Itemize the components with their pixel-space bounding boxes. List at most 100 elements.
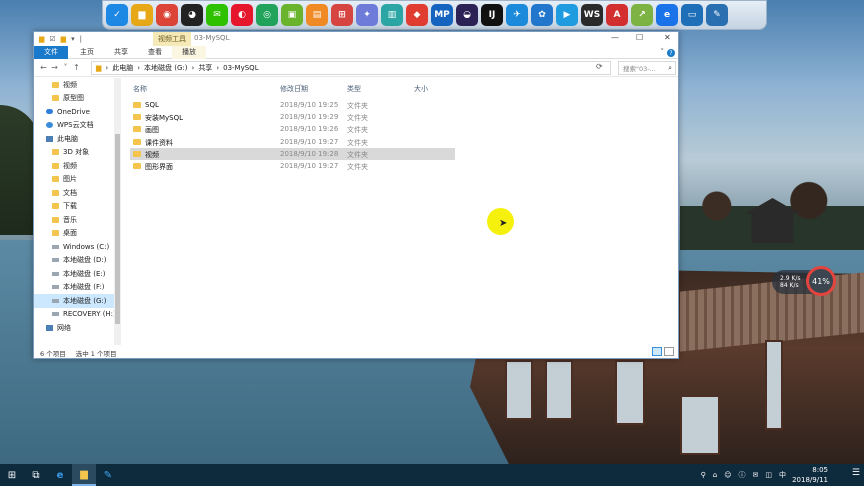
nav-item[interactable]: 网络 — [34, 321, 120, 335]
navigation-pane[interactable]: 视频 原型图 OneDrive WPS云文档 此电脑 3D 对象 视频 图片 文档 下载 音乐 桌面 W… — [34, 78, 121, 345]
tab-play[interactable]: 播放 — [172, 45, 206, 59]
file-row[interactable]: 安装MySQL 2018/9/10 19:29 文件夹 — [130, 111, 455, 123]
nav-item[interactable]: RECOVERY (H:) — [34, 308, 120, 322]
shield-icon[interactable]: ✓ — [106, 4, 128, 26]
file-row[interactable]: 图形界面 2018/9/10 19:27 文件夹 — [130, 160, 455, 172]
ribbon-expand-icon[interactable]: ˅ — [661, 48, 665, 56]
folder-small-icon[interactable]: ▆ — [39, 35, 44, 43]
nav-item[interactable]: 视频 — [34, 159, 120, 173]
task-view-button[interactable]: ⧉ — [24, 464, 48, 486]
recent-locations-button[interactable]: ˅ — [60, 63, 71, 72]
tray-icon[interactable]: ⌂ — [713, 471, 717, 479]
edge-icon[interactable]: e — [48, 464, 72, 486]
file-row[interactable]: 视频 2018/9/10 19:28 文件夹 — [130, 147, 455, 160]
help-icon[interactable]: ? — [667, 49, 675, 57]
intellij-icon[interactable]: IJ — [481, 4, 503, 26]
monitor-icon[interactable]: ▭ — [681, 4, 703, 26]
column-size[interactable]: 大小 — [414, 84, 428, 94]
forward-button[interactable]: → — [49, 63, 60, 72]
title-bar[interactable]: ▆ ☑ ▆ ▾ | 视频工具 03-MySQL — ☐ ✕ — [34, 32, 678, 46]
start-button[interactable]: ⊞ — [0, 464, 24, 486]
orange-app-icon[interactable]: ▤ — [306, 4, 328, 26]
cube-icon[interactable]: ▣ — [281, 4, 303, 26]
context-tab-video-tools[interactable]: 视频工具 — [153, 32, 191, 46]
nav-item[interactable]: 本地磁盘 (D:) — [34, 254, 120, 268]
media-icon[interactable]: ▶ — [556, 4, 578, 26]
tools-icon[interactable]: ✎ — [706, 4, 728, 26]
nav-item[interactable]: 3D 对象 — [34, 146, 120, 160]
qat-dropdown-icon[interactable]: ▾ — [71, 35, 75, 43]
wechat-icon[interactable]: ✉ — [206, 4, 228, 26]
chrome-icon[interactable]: ◉ — [156, 4, 178, 26]
nav-item[interactable]: 本地磁盘 (G:) — [34, 294, 120, 308]
back-button[interactable]: ← — [38, 63, 49, 72]
close-button[interactable]: ✕ — [664, 33, 671, 42]
tray-icon[interactable]: ✉ — [753, 471, 759, 479]
breadcrumb-drive-g[interactable]: 本地磁盘 (G:) — [144, 63, 187, 73]
minimize-button[interactable]: — — [611, 33, 619, 42]
tab-view[interactable]: 查看 — [138, 46, 172, 59]
nav-item[interactable]: OneDrive — [34, 105, 120, 119]
notification-center-icon[interactable]: ☰ — [852, 468, 860, 478]
refresh-icon[interactable]: ⟳ — [596, 62, 603, 71]
qq-icon[interactable]: ◕ — [181, 4, 203, 26]
address-bar[interactable]: ▆ › 此电脑 › 本地磁盘 (G:) › 共享 › 03-MySQL — [91, 61, 611, 75]
ie-icon[interactable]: e — [656, 4, 678, 26]
nav-item[interactable]: 文档 — [34, 186, 120, 200]
nav-item[interactable]: 图片 — [34, 173, 120, 187]
ime-indicator[interactable]: 中 — [779, 470, 786, 480]
folder-icon[interactable]: ▆ — [131, 4, 153, 26]
mp-icon[interactable]: MP — [431, 4, 453, 26]
tools-app-icon[interactable]: ✎ — [96, 464, 120, 486]
nav-item[interactable]: 下载 — [34, 200, 120, 214]
large-icons-view-button[interactable] — [664, 347, 674, 356]
chart-icon[interactable]: ↗ — [631, 4, 653, 26]
eclipse-icon[interactable]: ◒ — [456, 4, 478, 26]
tray-icon[interactable]: ☺ — [724, 471, 731, 479]
share-icon[interactable]: ✿ — [531, 4, 553, 26]
new-folder-icon[interactable]: ▆ — [61, 35, 66, 43]
swirl-icon[interactable]: ✦ — [356, 4, 378, 26]
nav-item[interactable]: Windows (C:) — [34, 240, 120, 254]
checkbox-icon[interactable]: ☑ — [49, 35, 55, 43]
clock[interactable]: 8:05 2018/9/11 — [792, 465, 828, 485]
column-type[interactable]: 类型 — [347, 84, 361, 94]
tab-home[interactable]: 主页 — [70, 46, 104, 59]
tray-icon[interactable]: ⓘ — [739, 470, 746, 480]
ws-icon[interactable]: WS — [581, 4, 603, 26]
tray-icon[interactable]: ◫ — [765, 471, 772, 479]
file-row[interactable]: 画图 2018/9/10 19:26 文件夹 — [130, 123, 455, 135]
file-row[interactable]: SQL 2018/9/10 19:25 文件夹 — [130, 99, 455, 111]
kite-icon[interactable]: ◆ — [406, 4, 428, 26]
tab-file[interactable]: 文件 — [34, 45, 68, 59]
red-app-icon[interactable]: ⊞ — [331, 4, 353, 26]
bird-icon[interactable]: ✈ — [506, 4, 528, 26]
breadcrumb-share[interactable]: 共享 — [198, 63, 212, 73]
nav-item[interactable]: 音乐 — [34, 213, 120, 227]
nav-item[interactable]: WPS云文档 — [34, 119, 120, 133]
nav-item[interactable]: 此电脑 — [34, 132, 120, 146]
notes-icon[interactable]: ▥ — [381, 4, 403, 26]
maximize-button[interactable]: ☐ — [636, 33, 643, 42]
nav-scrollbar-thumb[interactable] — [115, 134, 120, 324]
explorer-window[interactable]: ▆ ☑ ▆ ▾ | 视频工具 03-MySQL — ☐ ✕ 文件 主页 共享 查… — [33, 31, 679, 359]
nav-item[interactable]: 本地磁盘 (E:) — [34, 267, 120, 281]
up-button[interactable]: ↑ — [71, 63, 82, 72]
tray-icon[interactable]: ⚲ — [701, 471, 706, 479]
nav-item[interactable]: 原型图 — [34, 92, 120, 106]
breadcrumb-this-pc[interactable]: 此电脑 — [112, 63, 133, 73]
tab-share[interactable]: 共享 — [104, 46, 138, 59]
pdf-icon[interactable]: A — [606, 4, 628, 26]
search-input[interactable]: 搜索"03-... ⌕ — [618, 61, 676, 75]
file-row[interactable]: 课件资料 2018/9/10 19:27 文件夹 — [130, 136, 455, 148]
nav-item[interactable]: 本地磁盘 (F:) — [34, 281, 120, 295]
details-view-button[interactable] — [652, 347, 662, 356]
weibo-icon[interactable]: ◐ — [231, 4, 253, 26]
nav-item[interactable]: 桌面 — [34, 227, 120, 241]
memory-usage-gauge[interactable]: 41% — [806, 266, 836, 296]
column-name[interactable]: 名称 — [133, 84, 147, 94]
nav-item[interactable]: 视频 — [34, 78, 120, 92]
file-explorer-icon[interactable]: ▆ — [72, 464, 96, 486]
column-date[interactable]: 修改日期 — [280, 84, 308, 94]
breadcrumb-current[interactable]: 03-MySQL — [223, 64, 258, 72]
